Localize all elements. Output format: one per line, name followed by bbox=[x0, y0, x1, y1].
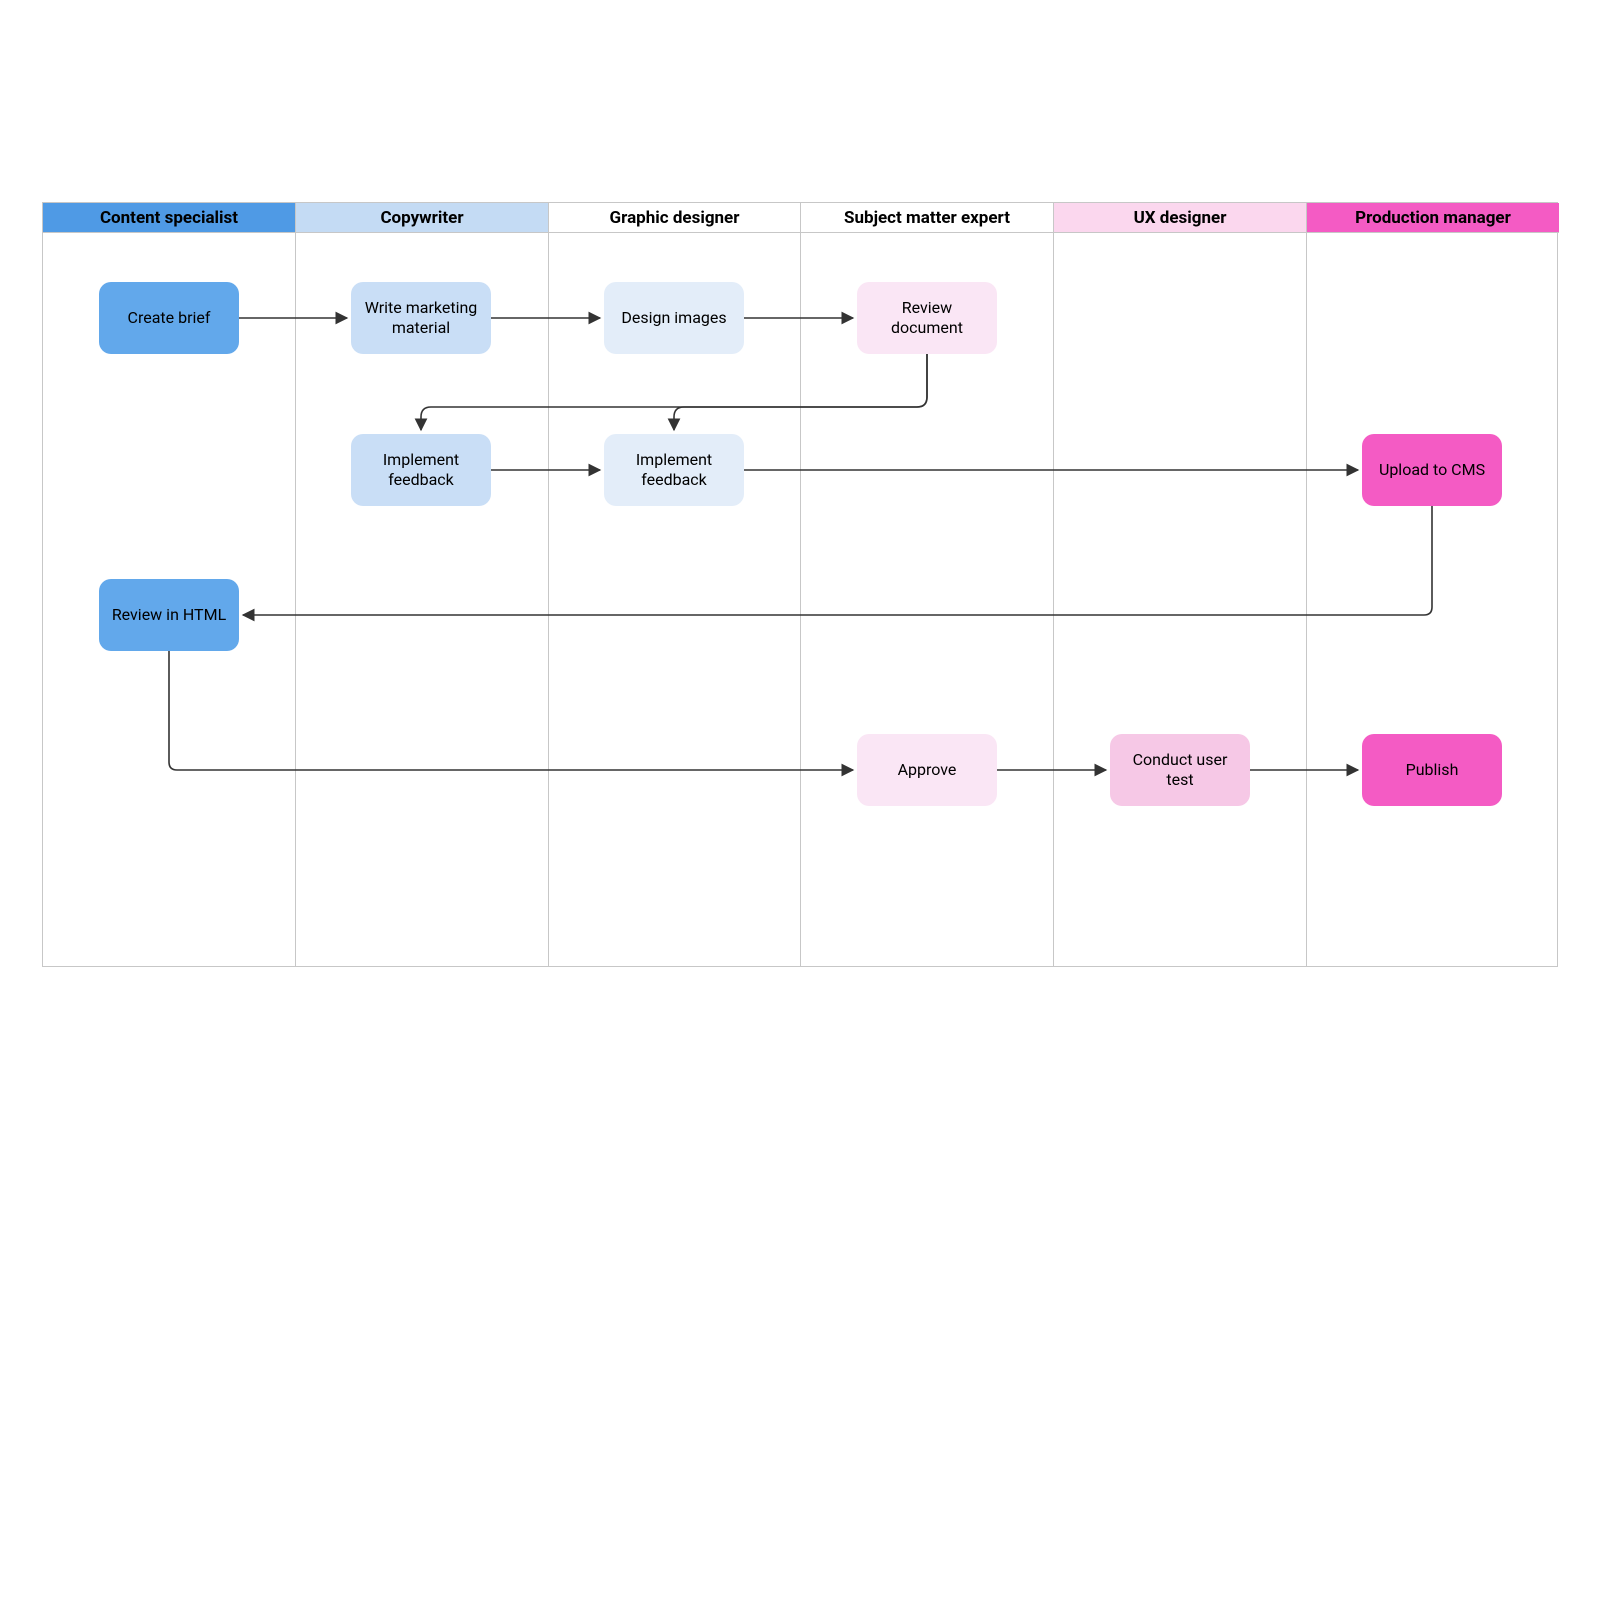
node-label: Conduct user test bbox=[1120, 750, 1240, 790]
lane-header-subject-matter-expert: Subject matter expert bbox=[801, 203, 1053, 233]
lane-header-graphic-designer: Graphic designer bbox=[549, 203, 800, 233]
lane-header-ux-designer: UX designer bbox=[1054, 203, 1306, 233]
node-review-in-html[interactable]: Review in HTML bbox=[99, 579, 239, 651]
swimlane-container: Content specialist Copywriter Graphic de… bbox=[42, 202, 1558, 967]
node-label: Implement feedback bbox=[614, 450, 734, 490]
node-write-marketing[interactable]: Write marketing material bbox=[351, 282, 491, 354]
node-design-images[interactable]: Design images bbox=[604, 282, 744, 354]
lane-header-content-specialist: Content specialist bbox=[43, 203, 295, 233]
node-label: Publish bbox=[1406, 760, 1459, 780]
swimlane-diagram: Content specialist Copywriter Graphic de… bbox=[0, 0, 1600, 1600]
node-upload-cms[interactable]: Upload to CMS bbox=[1362, 434, 1502, 506]
node-publish[interactable]: Publish bbox=[1362, 734, 1502, 806]
node-label: Write marketing material bbox=[361, 298, 481, 338]
node-conduct-user-test[interactable]: Conduct user test bbox=[1110, 734, 1250, 806]
node-label: Upload to CMS bbox=[1379, 460, 1485, 480]
lane-ux-designer: UX designer bbox=[1054, 203, 1307, 966]
lane-header-production-manager: Production manager bbox=[1307, 203, 1559, 233]
lane-header-copywriter: Copywriter bbox=[296, 203, 548, 233]
node-label: Create brief bbox=[128, 308, 211, 328]
node-review-document[interactable]: Review document bbox=[857, 282, 997, 354]
node-implement-feedback-copywriter[interactable]: Implement feedback bbox=[351, 434, 491, 506]
lane-production-manager: Production manager bbox=[1307, 203, 1559, 966]
node-label: Approve bbox=[898, 760, 957, 780]
node-label: Review document bbox=[867, 298, 987, 338]
node-implement-feedback-designer[interactable]: Implement feedback bbox=[604, 434, 744, 506]
node-approve[interactable]: Approve bbox=[857, 734, 997, 806]
node-label: Implement feedback bbox=[361, 450, 481, 490]
node-label: Design images bbox=[621, 308, 726, 328]
node-label: Review in HTML bbox=[112, 605, 226, 625]
node-create-brief[interactable]: Create brief bbox=[99, 282, 239, 354]
